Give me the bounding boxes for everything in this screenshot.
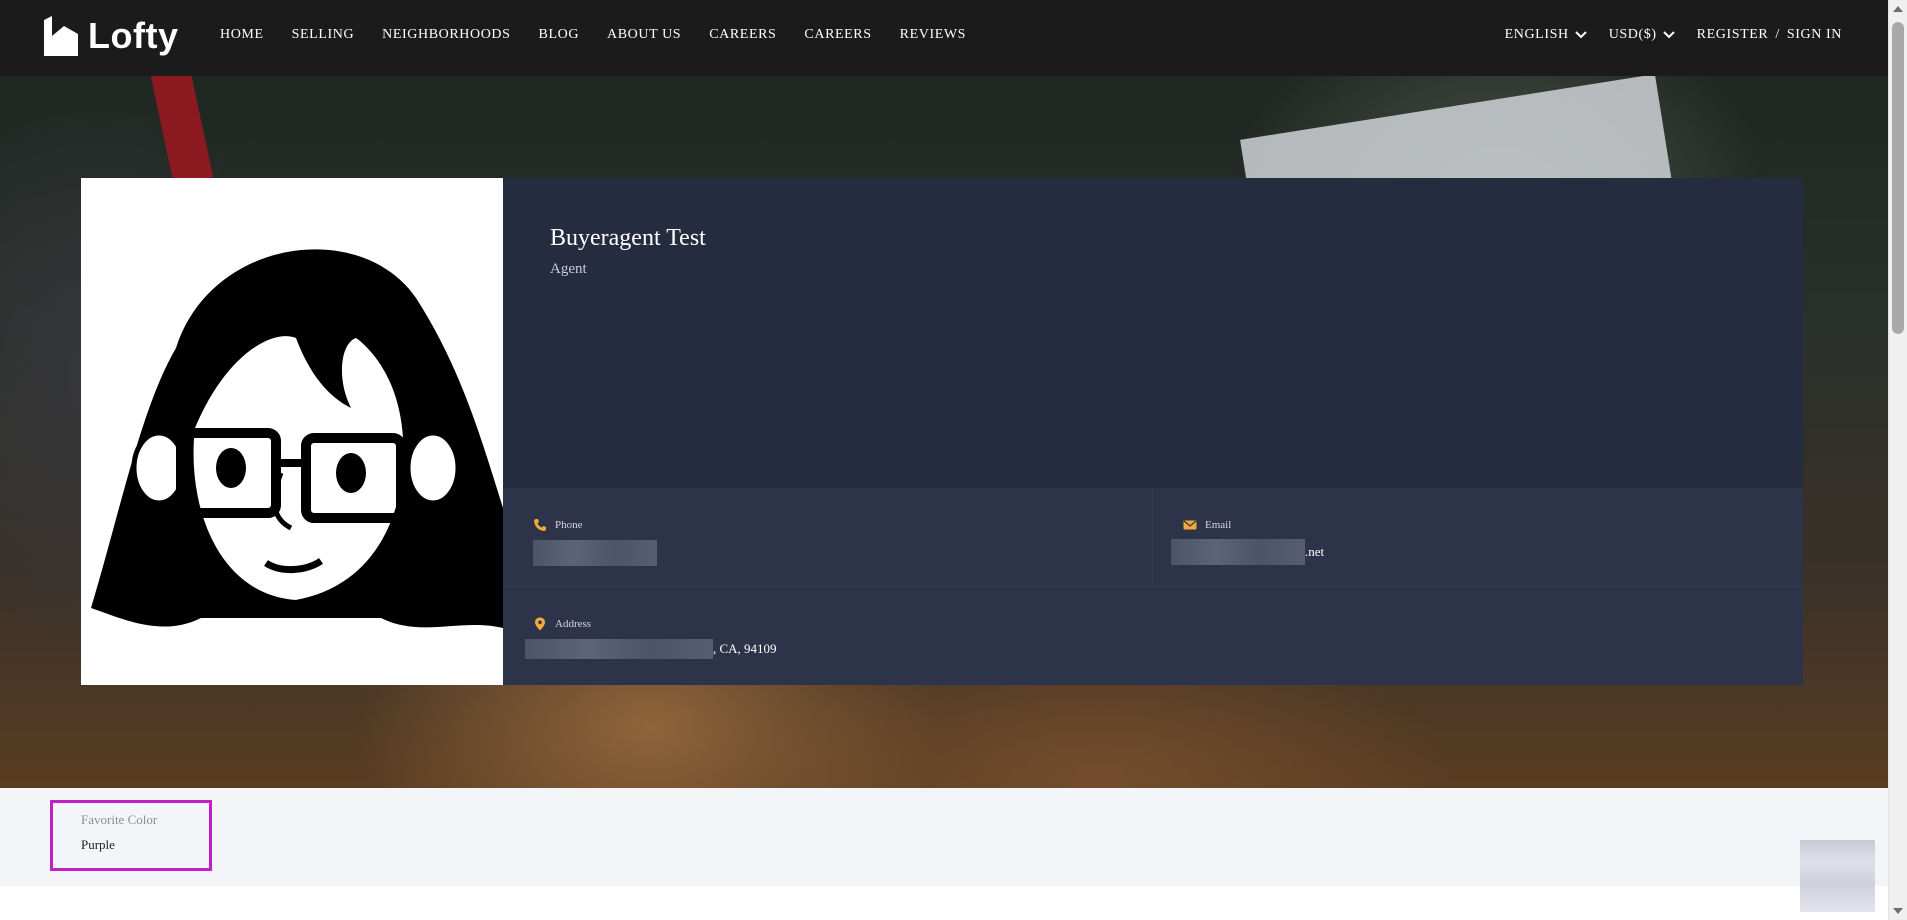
language-label: ENGLISH [1504, 27, 1569, 42]
agent-info-panel: Buyeragent Test Agent [503, 178, 1803, 488]
sign-in-link[interactable]: SIGN IN [1787, 27, 1842, 43]
scroll-up-arrow-icon[interactable] [1893, 6, 1903, 12]
woman-with-glasses-illustration [81, 178, 503, 685]
email-label: Email [1205, 519, 1232, 531]
address-label-row: Address [533, 617, 591, 631]
page-scrollbar[interactable] [1888, 0, 1907, 920]
nav-right: ENGLISH USD($) REGISTER / SIGN IN [1505, 27, 1842, 43]
nav-careers-2[interactable]: CAREERS [804, 27, 871, 43]
nav-about-us[interactable]: ABOUT US [607, 27, 681, 43]
address-cell: Address , CA, 94109 [503, 587, 1803, 685]
chat-widget-thumbnail[interactable] [1800, 840, 1875, 912]
phone-label: Phone [555, 519, 583, 531]
phone-value[interactable] [533, 540, 657, 566]
brand-logo[interactable]: Lofty [42, 14, 178, 58]
nav-selling[interactable]: SELLING [292, 27, 355, 43]
map-pin-icon [535, 617, 545, 631]
language-dropdown[interactable]: ENGLISH [1505, 27, 1587, 43]
phone-label-row: Phone [533, 518, 583, 532]
redacted-email [1171, 539, 1305, 565]
address-value: , CA, 94109 [525, 639, 777, 659]
nav-home[interactable]: HOME [220, 27, 264, 43]
currency-dropdown[interactable]: USD($) [1609, 27, 1675, 43]
address-label: Address [555, 618, 592, 630]
chevron-down-icon [1574, 31, 1587, 39]
nav-reviews[interactable]: REVIEWS [900, 27, 966, 43]
phone-icon [534, 519, 546, 531]
agent-profile-card: Buyeragent Test Agent Phone Email .net A… [81, 178, 1803, 685]
nav-careers[interactable]: CAREERS [709, 27, 776, 43]
favorite-color-value: Purple [81, 837, 115, 852]
email-label-row: Email [1183, 518, 1231, 532]
phone-cell: Phone [503, 488, 1153, 587]
chevron-down-icon [1662, 31, 1675, 39]
auth-separator: / [1775, 27, 1780, 42]
register-link[interactable]: REGISTER [1697, 27, 1769, 43]
favorite-color-label: Favorite Color [81, 812, 158, 827]
agent-avatar [81, 178, 503, 685]
nav-blog[interactable]: BLOG [539, 27, 580, 43]
main-nav: HOME SELLING NEIGHBORHOODS BLOG ABOUT US… [220, 27, 966, 43]
redacted-street [525, 639, 713, 659]
email-value[interactable]: .net [1171, 539, 1324, 565]
highlight-box [50, 800, 212, 871]
agent-details-section: Favorite Color Purple [0, 788, 1888, 886]
agent-role: Agent [550, 261, 587, 277]
scroll-down-arrow-icon[interactable] [1893, 908, 1903, 914]
agent-contact-panel: Phone Email .net Address , CA, 94109 [503, 488, 1803, 685]
envelope-icon [1183, 520, 1197, 530]
brand-name: Lofty [88, 15, 179, 56]
agent-name: Buyeragent Test [550, 225, 706, 251]
top-navigation-bar: Lofty HOME SELLING NEIGHBORHOODS BLOG AB… [0, 0, 1888, 76]
scrollbar-thumb[interactable] [1892, 22, 1904, 334]
auth-links: REGISTER / SIGN IN [1697, 27, 1842, 43]
lofty-logo-icon [44, 16, 78, 56]
email-cell: Email .net [1153, 488, 1803, 587]
redacted-phone [533, 540, 657, 566]
email-domain: .net [1305, 544, 1325, 559]
address-city-zip: , CA, 94109 [713, 641, 777, 656]
nav-neighborhoods[interactable]: NEIGHBORHOODS [382, 27, 510, 43]
currency-label: USD($) [1608, 27, 1657, 42]
